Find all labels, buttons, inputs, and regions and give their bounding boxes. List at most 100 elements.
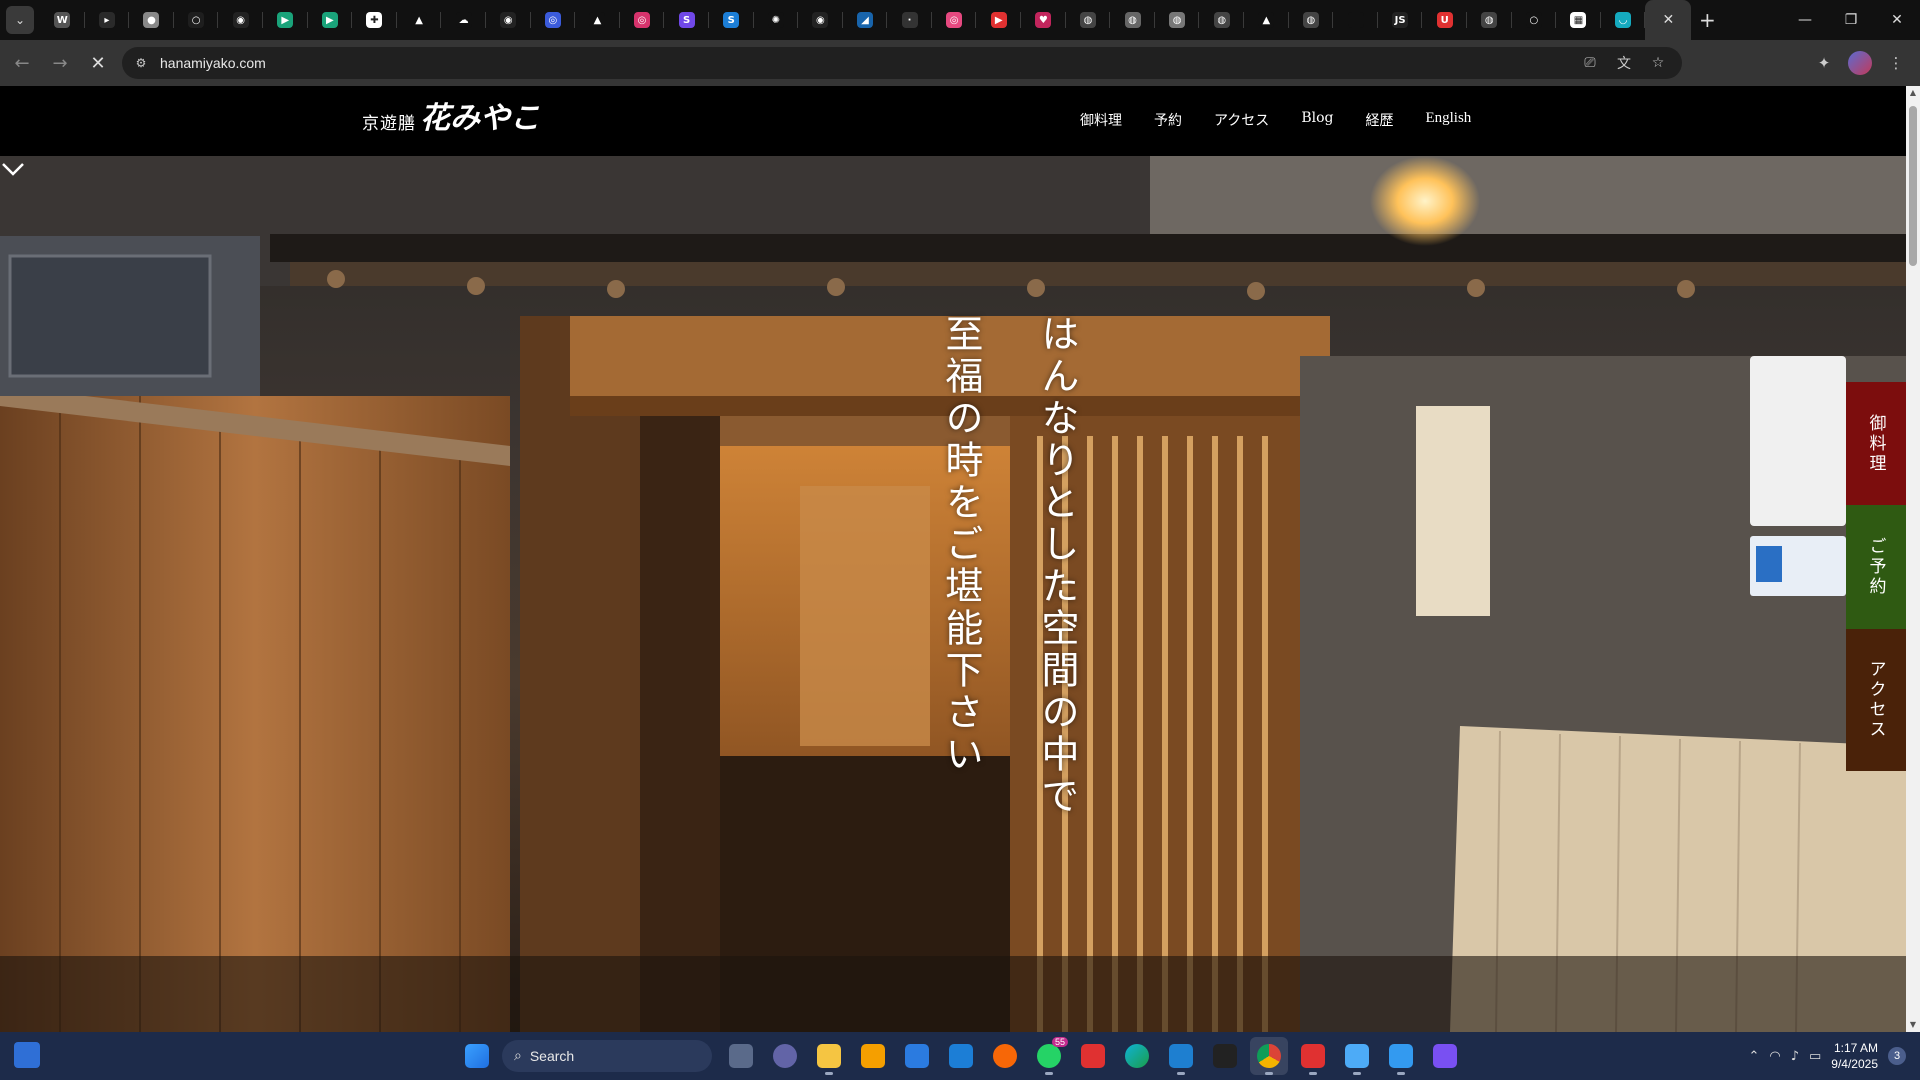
browser-tab[interactable]: ▲	[575, 0, 620, 40]
browser-tab[interactable]: ▶	[308, 0, 353, 40]
browser-tab[interactable]: ◉	[218, 0, 263, 40]
browser-tab[interactable]: ▶	[976, 0, 1021, 40]
browser-tab[interactable]: ○	[1512, 0, 1557, 40]
address-bar[interactable]: ⚙ hanamiyako.com ⎚ 文 ☆	[122, 47, 1682, 79]
browser-tab[interactable]: ▲	[1244, 0, 1289, 40]
swift-icon[interactable]	[986, 1037, 1024, 1075]
tab-close-icon[interactable]: ✕	[1663, 12, 1675, 28]
whatsapp-icon[interactable]: 55	[1030, 1037, 1068, 1075]
nav-link[interactable]: English	[1425, 110, 1471, 130]
back-button[interactable]: ←	[6, 47, 38, 79]
browser-tab[interactable]: ▶	[263, 0, 308, 40]
mountain-app-icon[interactable]	[1426, 1037, 1464, 1075]
restore-button[interactable]: ❐	[1828, 0, 1874, 40]
browser-tab[interactable]: ☁	[441, 0, 486, 40]
triangle-favicon-icon: ▲	[411, 12, 428, 28]
browser-tab[interactable]: ◡	[1601, 0, 1646, 40]
browser-tab[interactable]: ♥	[1021, 0, 1066, 40]
battery-icon[interactable]: ▭	[1809, 1049, 1821, 1064]
start-button[interactable]	[458, 1037, 496, 1075]
wifi-icon[interactable]: ◠	[1769, 1049, 1780, 1064]
menu-kebab-icon[interactable]: ⋮	[1880, 47, 1912, 79]
browser-tab[interactable]: ●	[129, 0, 174, 40]
forward-button[interactable]: →	[44, 47, 76, 79]
wps-icon[interactable]	[1294, 1037, 1332, 1075]
browser-tab[interactable]: ◎	[932, 0, 977, 40]
minimize-button[interactable]: —	[1782, 0, 1828, 40]
page-scrollbar[interactable]: ▲ ▼	[1906, 86, 1920, 1032]
vscode-icon[interactable]	[1162, 1037, 1200, 1075]
profile-avatar[interactable]	[1848, 51, 1872, 75]
play-store-icon[interactable]	[942, 1037, 980, 1075]
browser-tab[interactable]: ◎	[531, 0, 576, 40]
side-tab[interactable]: アクセス	[1846, 629, 1906, 771]
scroll-down-chevron-icon[interactable]	[0, 156, 26, 182]
url-text[interactable]: hanamiyako.com	[160, 55, 266, 71]
browser-tab[interactable]: ◍	[1066, 0, 1111, 40]
browser-tab[interactable]: ▦	[1556, 0, 1601, 40]
task-view-icon[interactable]	[722, 1037, 760, 1075]
stop-loading-button[interactable]: ✕	[82, 47, 114, 79]
nav-link[interactable]: Blog	[1301, 110, 1333, 130]
browser-tab[interactable]: ▲	[397, 0, 442, 40]
photos-icon[interactable]	[1382, 1037, 1420, 1075]
translate-icon[interactable]: 文	[1612, 51, 1636, 75]
side-tab[interactable]: ご予約	[1846, 505, 1906, 629]
browser-tab[interactable]: JS	[1378, 0, 1423, 40]
nav-link[interactable]: 御料理	[1080, 110, 1122, 130]
browser-tab[interactable]: ◍	[1467, 0, 1512, 40]
chrome-icon[interactable]	[1250, 1037, 1288, 1075]
notification-badge[interactable]: 3	[1888, 1047, 1906, 1065]
install-app-icon[interactable]: ⎚	[1578, 51, 1602, 75]
browser-tab[interactable]: ✺	[754, 0, 799, 40]
scroll-thumb[interactable]	[1909, 106, 1917, 266]
whatsapp-badge: 55	[1051, 1037, 1068, 1047]
browser-tab[interactable]: ◍	[1155, 0, 1200, 40]
edge-icon[interactable]	[1118, 1037, 1156, 1075]
dark-app-icon[interactable]	[1206, 1037, 1244, 1075]
new-tab-button[interactable]: +	[1691, 0, 1723, 40]
clock[interactable]: 1:17 AM 9/4/2025	[1831, 1040, 1878, 1072]
browser-tab[interactable]: ◎	[620, 0, 665, 40]
file-explorer-icon[interactable]	[810, 1037, 848, 1075]
extensions-icon[interactable]: ✦	[1808, 47, 1840, 79]
site-info-icon[interactable]: ⚙	[130, 52, 152, 74]
browser-tab[interactable]: S	[709, 0, 754, 40]
taskbar-search[interactable]: ⌕ Search	[502, 1040, 712, 1072]
scroll-down-arrow-icon[interactable]: ▼	[1908, 1020, 1918, 1030]
side-tab[interactable]: 御料理	[1846, 382, 1906, 505]
browser-tab[interactable]: ◢	[843, 0, 888, 40]
browser-tab[interactable]	[1333, 0, 1378, 40]
widgets-icon[interactable]	[14, 1042, 40, 1068]
site-logo[interactable]: 京遊膳 花みやこ	[362, 104, 540, 135]
volume-icon[interactable]: ♪	[1791, 1049, 1799, 1064]
browser-tab[interactable]: ○	[174, 0, 219, 40]
browser-tab[interactable]: ▸	[85, 0, 130, 40]
close-window-button[interactable]: ✕	[1874, 0, 1920, 40]
nav-link[interactable]: 経歴	[1365, 110, 1393, 130]
ring-favicon-icon: ○	[1525, 12, 1542, 28]
browser-tab[interactable]: ·	[887, 0, 932, 40]
nav-link[interactable]: 予約	[1154, 110, 1182, 130]
browser-tab[interactable]: U	[1422, 0, 1467, 40]
browser-tab[interactable]: ◉	[798, 0, 843, 40]
teams-chat-icon[interactable]	[766, 1037, 804, 1075]
browser-tab[interactable]: ◍	[1199, 0, 1244, 40]
side-floating-tabs: 御料理 ご予約 アクセス	[1846, 382, 1906, 771]
store-icon[interactable]	[898, 1037, 936, 1075]
notepad-icon[interactable]	[1338, 1037, 1376, 1075]
browser-tab[interactable]: ◍	[1110, 0, 1155, 40]
browser-tab[interactable]: W	[40, 0, 85, 40]
browser-tab[interactable]: ✚	[352, 0, 397, 40]
browser-tab[interactable]: ◉	[486, 0, 531, 40]
bookmark-star-icon[interactable]: ☆	[1646, 51, 1670, 75]
nav-link[interactable]: アクセス	[1214, 110, 1269, 130]
browser-tab[interactable]: ◍	[1289, 0, 1334, 40]
show-hidden-icons-icon[interactable]: ⌃	[1748, 1049, 1759, 1064]
browser-tab[interactable]: S	[664, 0, 709, 40]
active-browser-tab[interactable]: ✕	[1645, 0, 1692, 40]
anydesk-icon[interactable]	[1074, 1037, 1112, 1075]
orange-app-icon[interactable]	[854, 1037, 892, 1075]
tab-search-button[interactable]: ⌄	[6, 6, 34, 34]
scroll-up-arrow-icon[interactable]: ▲	[1908, 88, 1918, 98]
